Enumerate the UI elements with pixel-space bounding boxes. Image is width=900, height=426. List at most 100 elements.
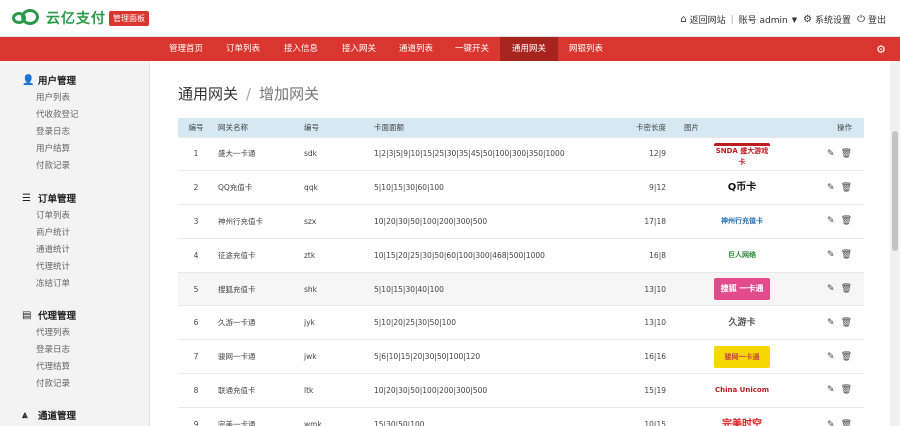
cell-name: 征途充值卡 [214, 237, 300, 273]
table-row: 2 QQ充值卡 qqk 5|10|15|30|60|100 9|12 Q币卡 ✎… [178, 170, 864, 205]
sidebar-item-collection-register[interactable]: 代收款登记 [0, 107, 150, 124]
cell-code: ltk [300, 373, 370, 408]
edit-icon[interactable]: ✎ [827, 385, 835, 395]
edit-icon[interactable]: ✎ [827, 352, 835, 362]
table-row: 9 完美一卡通 wmk 15|30|50|100 10|15 完美时空 ✎ 🗑 [178, 406, 864, 426]
cell-image: 久游卡 [680, 305, 780, 340]
tab-bank-list[interactable]: 网银列表 [558, 37, 614, 61]
file-icon: ▤ [22, 309, 32, 321]
cell-image: 骏网一卡通 [680, 339, 780, 374]
cell-length: 16|8 [620, 237, 680, 273]
qq-coin-logo: Q币卡 [727, 181, 757, 193]
cell-code: sdk [300, 136, 370, 171]
tab-admin-home[interactable]: 管理首页 [158, 37, 214, 61]
cell-actions: ✎ 🗑 [780, 237, 864, 273]
tab-access-info[interactable]: 接入信息 [272, 37, 330, 61]
cell-length: 17|18 [620, 204, 680, 239]
trash-icon[interactable]: 🗑 [841, 250, 852, 260]
cell-actions: ✎ 🗑 [780, 136, 864, 171]
cell-name: 完美一卡通 [214, 406, 300, 426]
table-row: 1 盛大一卡通 sdk 1|2|3|5|9|10|15|25|30|35|45|… [178, 136, 864, 171]
sidebar-group-title[interactable]: ☰ 订单管理 [0, 191, 150, 206]
trash-icon[interactable]: 🗑 [841, 352, 852, 362]
sidebar-item-frozen-orders[interactable]: 冻结订单 [0, 276, 150, 293]
trash-icon[interactable]: 🗑 [841, 216, 852, 226]
szx-logo: 神州行充值卡 [721, 217, 763, 226]
junnet-logo: 骏网一卡通 [714, 345, 770, 368]
tab-channel-list[interactable]: 通道列表 [388, 37, 444, 61]
sidebar-item-agent-settlement[interactable]: 代理结算 [0, 359, 150, 376]
cell-name: 久游一卡通 [214, 305, 300, 340]
sidebar-group-title[interactable]: ▤ 代理管理 [0, 308, 150, 323]
sidebar-group-title[interactable]: ⩓ 通道管理 [0, 408, 150, 423]
edit-icon[interactable]: ✎ [827, 183, 835, 193]
sidebar-item-merchant-stats[interactable]: 商户统计 [0, 225, 150, 242]
cell-length: 13|10 [620, 271, 680, 306]
cell-index: 4 [178, 237, 214, 273]
cell-image: 巨人网络 [680, 237, 780, 273]
scrollbar-thumb[interactable] [892, 131, 898, 251]
table-row: 5 搜狐充值卡 shk 5|10|15|30|40|100 13|10 搜狐 一… [178, 271, 864, 306]
cell-denom: 10|15|20|25|30|50|60|100|300|468|500|100… [370, 237, 620, 273]
trash-icon[interactable]: 🗑 [841, 420, 852, 426]
logout-link[interactable]: ⏻ 登出 [857, 13, 886, 26]
edit-icon[interactable]: ✎ [827, 250, 835, 260]
sidebar-item-agent-login-log[interactable]: 登录日志 [0, 342, 150, 359]
edit-icon[interactable]: ✎ [827, 318, 835, 328]
sidebar-item-user-settlement[interactable]: 用户结算 [0, 141, 150, 158]
sidebar-item-login-log[interactable]: 登录日志 [0, 124, 150, 141]
trash-icon[interactable]: 🗑 [841, 385, 852, 395]
breadcrumb: 通用网关 / 增加网关 [178, 83, 319, 104]
edit-icon[interactable]: ✎ [827, 420, 835, 426]
cell-denom: 15|30|50|100 [370, 406, 620, 426]
tab-access-gateway[interactable]: 接入网关 [330, 37, 388, 61]
sidebar-item-agent-stats[interactable]: 代理统计 [0, 259, 150, 276]
cell-denom: 10|20|30|50|100|200|300|500 [370, 373, 620, 408]
tab-one-click-switch[interactable]: 一键开关 [444, 37, 500, 61]
brand-logo[interactable]: 云亿支付 [12, 8, 106, 28]
sidebar-group-channel: ⩓ 通道管理 [0, 408, 150, 423]
giant-logo: 巨人网络 [728, 251, 756, 260]
trash-icon[interactable]: 🗑 [841, 284, 852, 294]
trash-icon[interactable]: 🗑 [841, 183, 852, 193]
col-header-image: 图片 [684, 122, 699, 132]
cell-index: 5 [178, 271, 214, 306]
tab-general-gateway[interactable]: 通用网关 [500, 37, 558, 61]
edit-icon[interactable]: ✎ [827, 216, 835, 226]
sidebar-item-agent-payment-record[interactable]: 付款记录 [0, 376, 150, 393]
sidebar-item-payment-record[interactable]: 付款记录 [0, 158, 150, 175]
page-scrollbar[interactable] [890, 61, 900, 426]
cell-image: SNDA 盛大游戏卡 [680, 136, 780, 171]
sidebar-item-user-list[interactable]: 用户列表 [0, 90, 150, 107]
cell-name: 神州行充值卡 [214, 204, 300, 239]
caret-down-icon: ▼ [791, 15, 798, 24]
table-row: 3 神州行充值卡 szx 10|20|30|50|100|200|300|500… [178, 204, 864, 239]
system-settings-link[interactable]: ⚙ 系统设置 [803, 13, 851, 26]
cell-index: 9 [178, 406, 214, 426]
cell-code: qqk [300, 170, 370, 205]
cell-image: China Unicom [680, 373, 780, 408]
cell-image: 神州行充值卡 [680, 204, 780, 239]
sidebar-item-channel-stats[interactable]: 通道统计 [0, 242, 150, 259]
breadcrumb-main[interactable]: 通用网关 [178, 85, 238, 103]
trash-icon[interactable]: 🗑 [841, 318, 852, 328]
cell-image: 完美时空 [680, 406, 780, 426]
cell-length: 13|10 [620, 305, 680, 340]
account-dropdown[interactable]: 账号 admin ▼ [739, 13, 798, 27]
cell-index: 8 [178, 373, 214, 408]
col-header-denomination: 卡面面额 [374, 122, 404, 132]
cell-length: 16|16 [620, 339, 680, 374]
main-nav: 管理首页 订单列表 接入信息 接入网关 通道列表 一键开关 通用网关 网银列表 … [0, 37, 900, 61]
sidebar-group-title[interactable]: 👤 用户管理 [0, 73, 150, 88]
edit-icon[interactable]: ✎ [827, 149, 835, 159]
return-site-link[interactable]: ⌂ 返回网站 [680, 13, 725, 26]
edit-icon[interactable]: ✎ [827, 284, 835, 294]
sidebar-item-order-list[interactable]: 订单列表 [0, 208, 150, 225]
cell-denom: 5|10|15|30|40|100 [370, 271, 620, 306]
tab-order-list[interactable]: 订单列表 [214, 37, 272, 61]
sidebar-item-agent-list[interactable]: 代理列表 [0, 325, 150, 342]
nav-settings-gear-icon[interactable]: ⚙ [876, 43, 886, 56]
trash-icon[interactable]: 🗑 [841, 149, 852, 159]
list-icon: ☰ [22, 192, 31, 204]
cell-code: szx [300, 204, 370, 239]
